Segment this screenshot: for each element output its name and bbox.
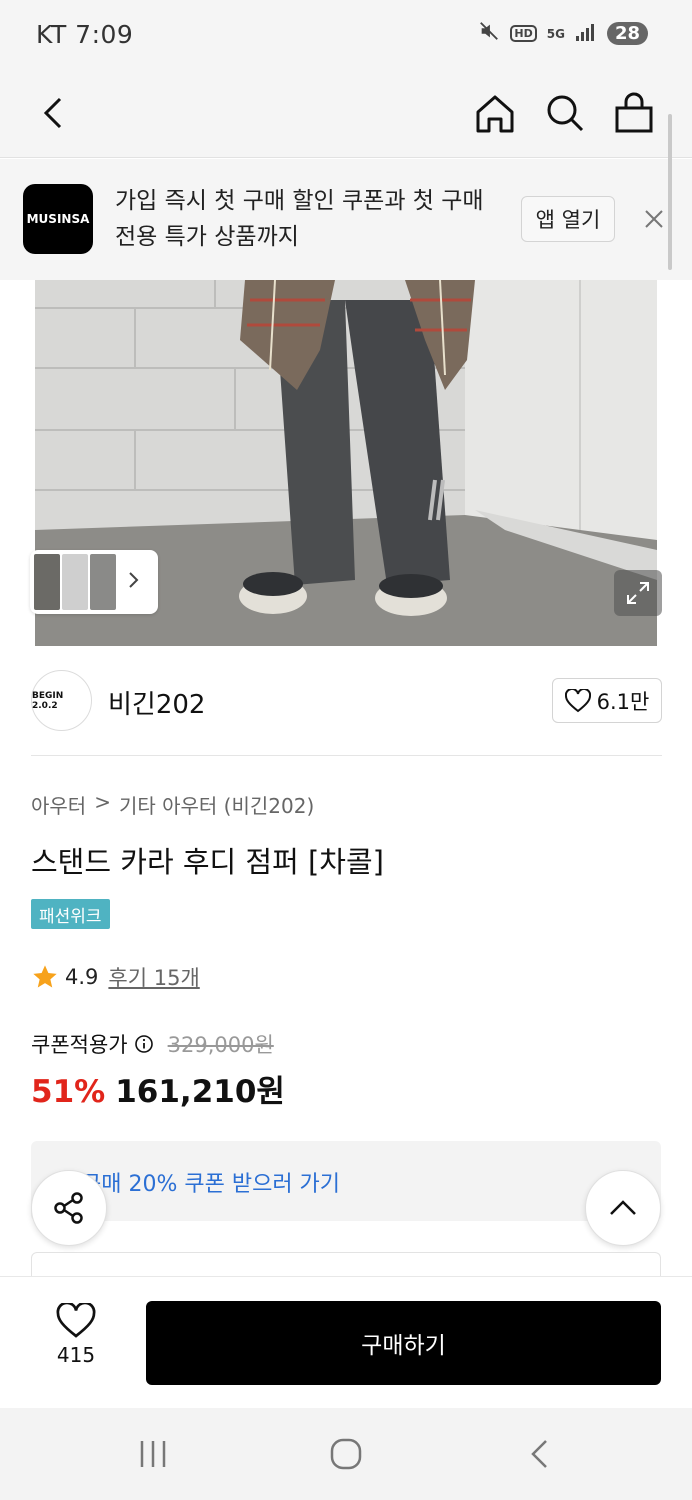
search-button[interactable] [538, 86, 592, 140]
thumbnail[interactable] [62, 554, 88, 610]
banner-message-line1: 가입 즉시 첫 구매 할인 쿠폰과 첫 구매 [115, 188, 484, 214]
chevron-right-icon[interactable] [128, 570, 140, 594]
share-button[interactable] [31, 1170, 107, 1246]
purchase-bar: 415 구매하기 [0, 1276, 692, 1408]
hd-icon: HD [510, 25, 537, 42]
scroll-top-button[interactable] [585, 1170, 661, 1246]
rating: 4.9 후기 15개 [31, 962, 200, 992]
network-icon: 5G [546, 26, 565, 41]
status-bar: KT 7:09 HD 5G 28 [0, 0, 692, 72]
banner-message-line2: 전용 특가 상품까지 [115, 224, 299, 250]
battery-icon: 28 [606, 22, 648, 45]
shopping-bag-icon [615, 92, 653, 133]
chevron-up-icon [610, 1200, 636, 1215]
system-nav-bar [0, 1408, 692, 1500]
divider [31, 755, 662, 756]
top-nav [0, 72, 692, 158]
like-button[interactable]: 415 [40, 1303, 112, 1383]
cart-button[interactable] [607, 86, 661, 140]
sale-price: 161,210원 [115, 1074, 285, 1110]
brand-like-button[interactable]: 6.1만 [552, 678, 662, 723]
back-nav-button[interactable] [518, 1432, 562, 1476]
discount-rate: 51% [31, 1074, 106, 1110]
brand-name[interactable]: 비긴202 [108, 684, 205, 721]
signal-icon [575, 22, 597, 46]
buy-button[interactable]: 구매하기 [146, 1301, 661, 1385]
breadcrumb-subcategory[interactable]: 기타 아우터 (비긴202) [119, 790, 314, 819]
status-icons: HD 5G 28 [478, 20, 648, 47]
breadcrumb-separator: > [94, 790, 111, 814]
expand-image-button[interactable] [614, 570, 662, 616]
heart-icon [564, 688, 591, 712]
home-circle-icon [330, 1438, 362, 1470]
coupon-link[interactable]: 구매 20% 쿠폰 받으러 가기 [81, 1166, 340, 1198]
mute-icon [478, 20, 500, 47]
thumbnail[interactable] [34, 554, 60, 610]
fashion-week-tag: 패션위크 [31, 899, 110, 929]
heart-icon [56, 1303, 96, 1338]
search-icon [547, 95, 584, 132]
brand-like-count: 6.1만 [596, 689, 650, 714]
back-arrow-icon [43, 97, 62, 129]
like-count: 415 [56, 1343, 96, 1367]
coupon-price-text: 쿠폰적용가 [31, 1033, 128, 1057]
breadcrumb: 아우터 > 기타 아우터 (비긴202) [31, 790, 314, 819]
info-icon[interactable] [134, 1034, 154, 1054]
banner-message: 가입 즉시 첫 구매 할인 쿠폰과 첫 구매 전용 특가 상품까지 [115, 183, 505, 255]
open-app-button[interactable]: 앱 열기 [521, 196, 615, 242]
recent-apps-icon [140, 1441, 166, 1467]
home-icon [476, 95, 514, 133]
share-icon [54, 1192, 83, 1224]
musinsa-logo: MUSINSA [23, 184, 93, 254]
recent-apps-button[interactable] [131, 1432, 175, 1476]
rating-score: 4.9 [65, 965, 99, 989]
scrollbar[interactable] [668, 114, 672, 270]
home-nav-button[interactable] [324, 1432, 368, 1476]
expand-icon [627, 582, 649, 604]
star-icon [33, 965, 57, 988]
product-title: 스탠드 카라 후디 점퍼 [차콜] [31, 845, 384, 879]
back-button[interactable] [26, 86, 80, 140]
breadcrumb-category[interactable]: 아우터 [31, 790, 86, 819]
coupon-banner[interactable]: 구매 20% 쿠폰 받으러 가기 [31, 1141, 661, 1221]
close-icon [645, 210, 663, 228]
banner-close-button[interactable] [640, 205, 668, 233]
thumbnail[interactable] [90, 554, 116, 610]
original-price: 329,000원 [167, 1033, 274, 1057]
carrier-time: KT 7:09 [36, 20, 134, 49]
brand-logo[interactable]: BEGIN 2.0.2 [31, 670, 92, 731]
price-row: 51% 161,210원 [31, 1066, 285, 1111]
app-install-banner: MUSINSA 가입 즉시 첫 구매 할인 쿠폰과 첫 구매 전용 특가 상품까… [0, 159, 692, 280]
back-chevron-icon [531, 1440, 547, 1468]
home-button[interactable] [468, 86, 522, 140]
image-thumbnails[interactable] [30, 550, 158, 614]
reviews-link[interactable]: 후기 15개 [108, 962, 199, 992]
coupon-price-label: 쿠폰적용가 329,000원 [31, 1029, 274, 1059]
